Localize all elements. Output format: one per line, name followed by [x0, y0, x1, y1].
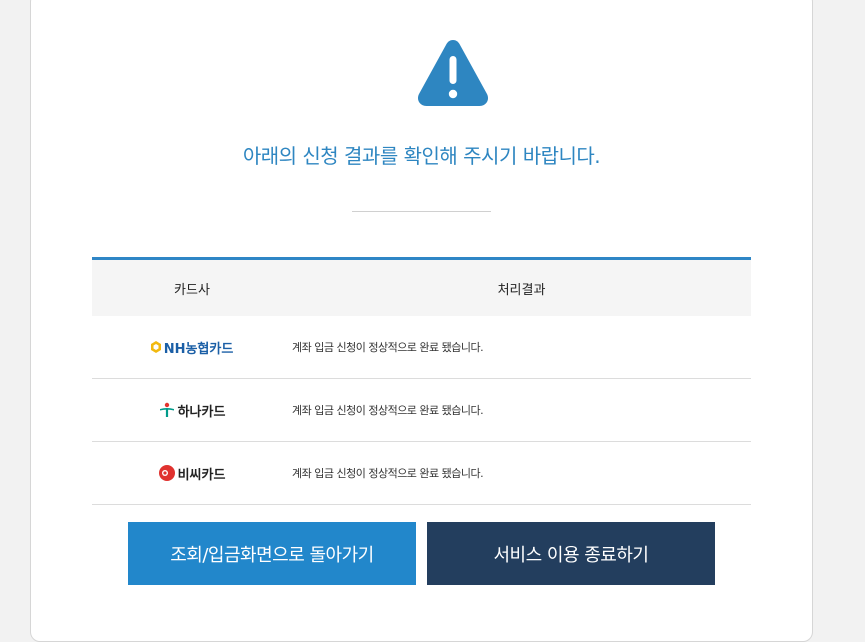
card-name: 하나카드	[177, 404, 226, 420]
hana-card-logo: 하나카드	[159, 401, 226, 420]
card-logo-cell: NH농협카드	[92, 338, 292, 357]
results-table: 카드사 처리결과 NH농협카드 계좌 입금 신청이 정상적으로 완료 됐습니다.	[92, 257, 751, 505]
card-logo-cell: 비씨카드	[92, 464, 292, 483]
result-text: 계좌 입금 신청이 정상적으로 완료 됐습니다.	[292, 341, 484, 354]
table-row: 비씨카드 계좌 입금 신청이 정상적으로 완료 됐습니다.	[92, 442, 751, 505]
nh-card-logo: NH농협카드	[150, 338, 234, 357]
result-headline: 아래의 신청 결과를 확인해 주시기 바랍니다.	[242, 144, 601, 168]
result-text: 계좌 입금 신청이 정상적으로 완료 됐습니다.	[292, 467, 484, 480]
result-text: 계좌 입금 신청이 정상적으로 완료 됐습니다.	[292, 404, 484, 417]
table-header: 카드사 처리결과	[92, 260, 751, 316]
warning-icon	[417, 40, 489, 106]
card-logo-cell: 하나카드	[92, 401, 292, 420]
table-row: NH농협카드 계좌 입금 신청이 정상적으로 완료 됐습니다.	[92, 316, 751, 379]
nh-card-logo-icon	[150, 341, 161, 353]
card-name: NH농협카드	[163, 341, 234, 357]
back-to-lookup-button[interactable]: 조회/입금화면으로 돌아가기	[128, 522, 416, 585]
end-service-button[interactable]: 서비스 이용 종료하기	[427, 522, 715, 585]
table-row: 하나카드 계좌 입금 신청이 정상적으로 완료 됐습니다.	[92, 379, 751, 442]
header-result: 처리결과	[497, 282, 546, 298]
bc-card-logo-icon	[158, 465, 175, 481]
hana-card-logo-icon	[159, 402, 174, 417]
bc-card-logo: 비씨카드	[158, 464, 226, 483]
card-name: 비씨카드	[177, 467, 226, 483]
divider	[352, 211, 491, 212]
header-card-company: 카드사	[174, 282, 210, 298]
